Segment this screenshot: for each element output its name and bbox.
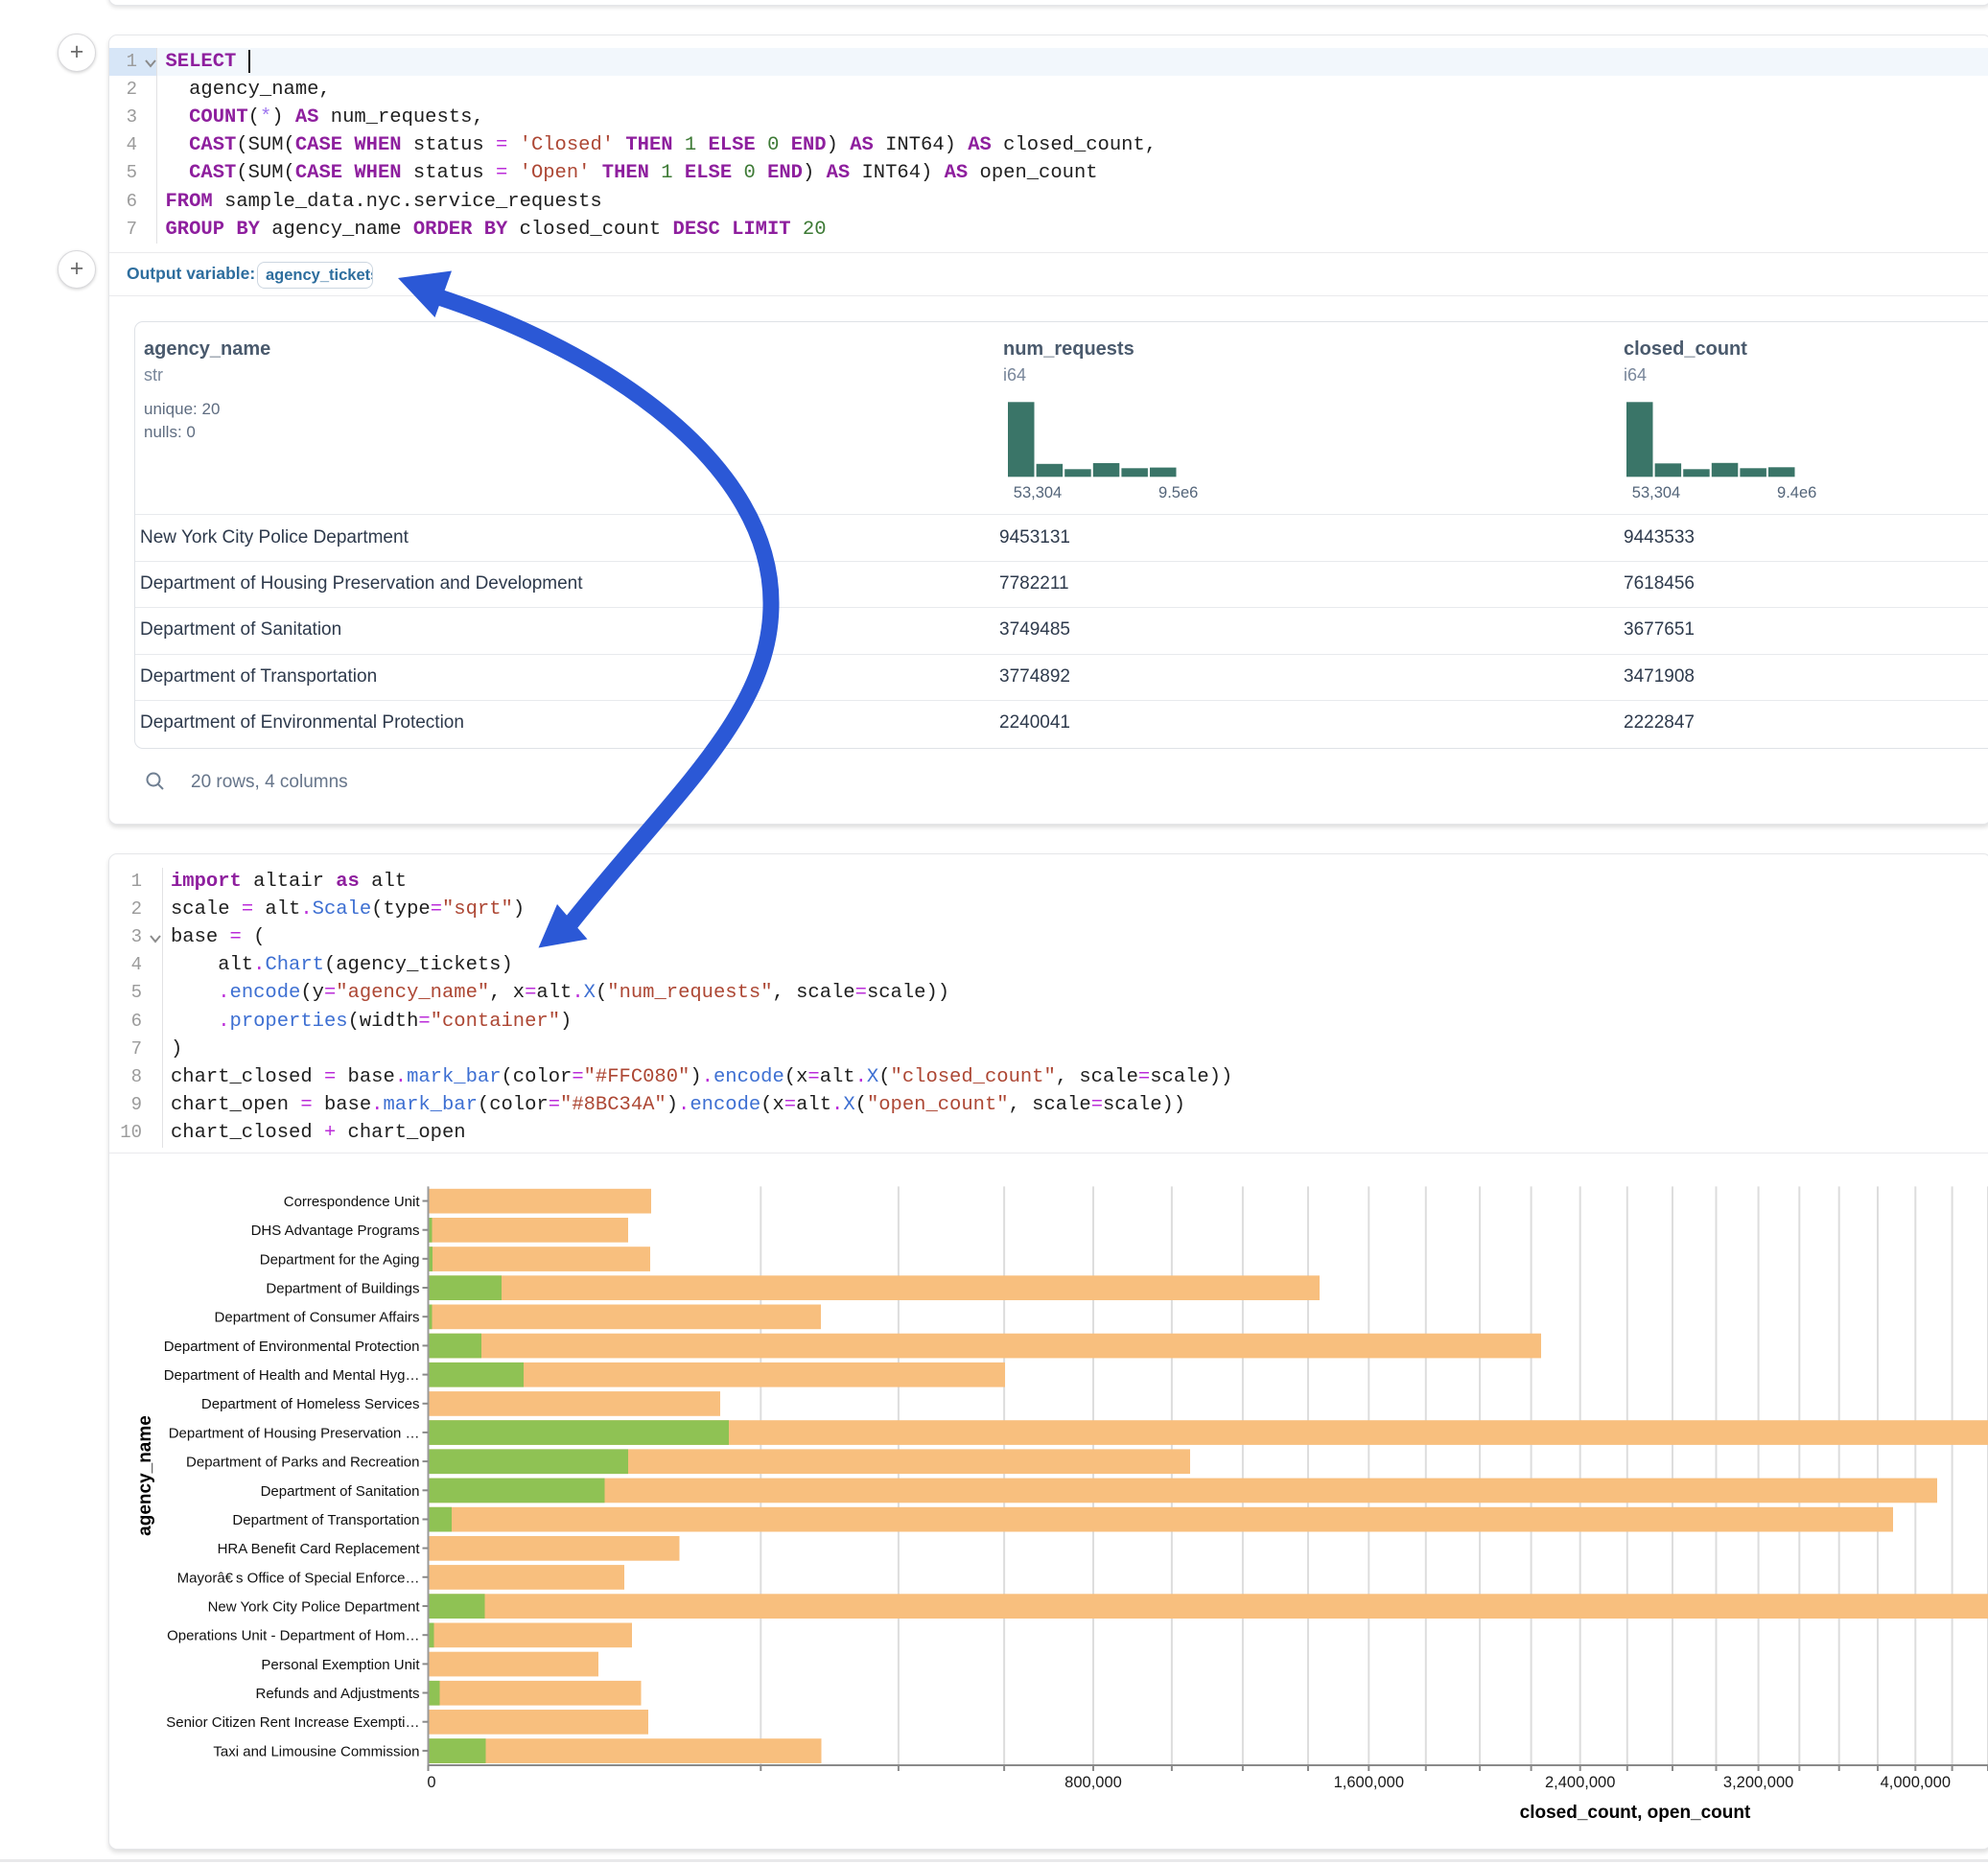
svg-text:Department of Homeless Service: Department of Homeless Services xyxy=(201,1396,420,1412)
svg-text:New York City Police Departmen: New York City Police Department xyxy=(208,1599,421,1616)
svg-text:800,000: 800,000 xyxy=(1064,1774,1122,1791)
svg-text:Department of Sanitation: Department of Sanitation xyxy=(261,1483,420,1500)
svg-text:Refunds and Adjustments: Refunds and Adjustments xyxy=(256,1686,420,1702)
svg-text:Personal Exemption Unit: Personal Exemption Unit xyxy=(261,1657,420,1673)
svg-text:agency_name: agency_name xyxy=(135,1415,155,1536)
svg-text:DHS Advantage Programs: DHS Advantage Programs xyxy=(251,1223,420,1239)
svg-text:Department of Consumer Affairs: Department of Consumer Affairs xyxy=(215,1310,420,1326)
svg-text:Taxi and Limousine Commission: Taxi and Limousine Commission xyxy=(213,1743,419,1759)
svg-text:Correspondence Unit: Correspondence Unit xyxy=(284,1194,421,1210)
svg-text:HRA Benefit Card Replacement: HRA Benefit Card Replacement xyxy=(218,1541,421,1557)
svg-text:2,400,000: 2,400,000 xyxy=(1545,1774,1615,1791)
svg-text:Department of Health and Menta: Department of Health and Mental Hyg… xyxy=(164,1367,420,1384)
svg-text:Senior Citizen Rent Increase E: Senior Citizen Rent Increase Exempti… xyxy=(166,1714,419,1731)
svg-text:Department of Buildings: Department of Buildings xyxy=(266,1281,419,1297)
svg-text:Department for the Aging: Department for the Aging xyxy=(260,1251,420,1268)
svg-text:4,000,000: 4,000,000 xyxy=(1881,1774,1951,1791)
svg-text:3,200,000: 3,200,000 xyxy=(1723,1774,1793,1791)
svg-text:Operations Unit - Department o: Operations Unit - Department of Hom… xyxy=(167,1628,419,1644)
svg-text:Department of Transportation: Department of Transportation xyxy=(232,1512,419,1528)
svg-text:Department of Parks and Recrea: Department of Parks and Recreation xyxy=(186,1455,419,1471)
svg-text:1,600,000: 1,600,000 xyxy=(1334,1774,1404,1791)
svg-text:closed_count, open_count: closed_count, open_count xyxy=(1520,1803,1751,1823)
svg-text:Mayorâ€ s Office of Special En: Mayorâ€ s Office of Special Enforce… xyxy=(177,1570,420,1586)
svg-text:0: 0 xyxy=(427,1774,435,1791)
svg-text:Department of Environmental Pr: Department of Environmental Protection xyxy=(164,1339,420,1355)
svg-text:Department of Housing Preserva: Department of Housing Preservation … xyxy=(169,1425,420,1441)
